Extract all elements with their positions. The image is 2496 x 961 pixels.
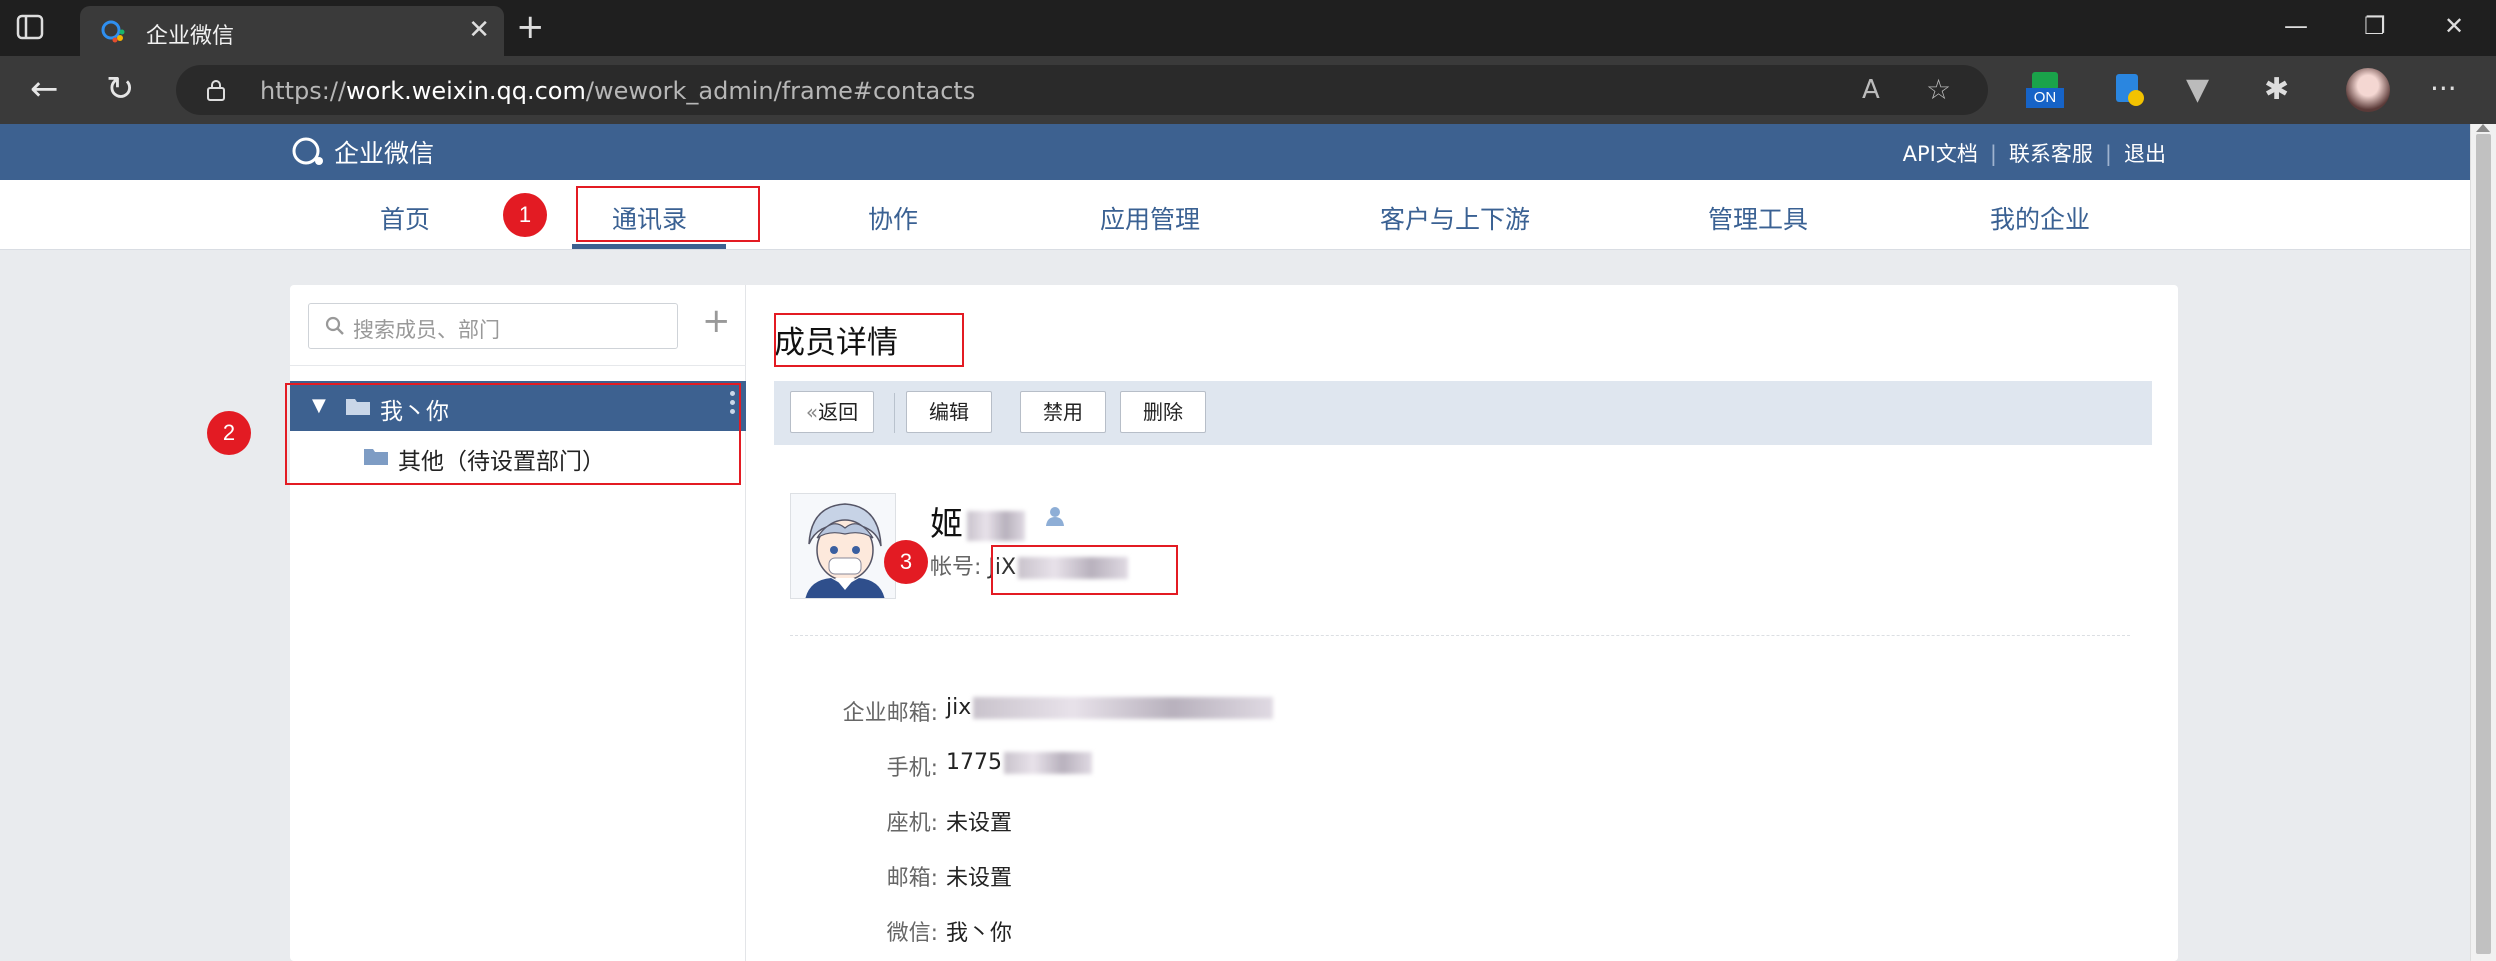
disable-button[interactable]: 禁用	[1020, 391, 1106, 433]
extension-on-icon[interactable]: ON	[2026, 72, 2064, 110]
member-search-input[interactable]: 搜索成员、部门	[308, 303, 678, 349]
nav-my-enterprise[interactable]: 我的企业	[1990, 200, 2090, 236]
person-icon	[1046, 507, 1064, 526]
page-scrollbar[interactable]	[2470, 124, 2496, 961]
field-value: 1775	[946, 750, 1092, 775]
field-label: 座机:	[886, 811, 938, 836]
back-icon[interactable]: ←	[30, 70, 59, 108]
favorite-icon[interactable]: ☆	[1926, 73, 1951, 106]
address-bar-row: ← ↻ https://work.weixin.qq.com/wework_ad…	[0, 56, 2496, 124]
edit-button[interactable]: 编辑	[906, 391, 992, 433]
scroll-up-icon[interactable]	[2476, 124, 2490, 132]
field-label: 邮箱:	[886, 866, 938, 891]
main-nav: 首页 通讯录 协作 应用管理 客户与上下游 管理工具 我的企业	[0, 180, 2470, 250]
tab-actions-icon[interactable]	[16, 14, 44, 40]
annotation-marker-3: 3	[884, 540, 928, 584]
field-value: 未设置	[946, 866, 1013, 891]
search-placeholder: 搜索成员、部门	[353, 318, 500, 342]
logo-text: 企业微信	[334, 139, 435, 168]
add-button[interactable]: +	[702, 301, 731, 341]
field-value: jix	[946, 695, 1274, 720]
api-docs-link[interactable]: API文档	[1903, 142, 1978, 166]
profile-avatar[interactable]	[2346, 68, 2390, 112]
back-button[interactable]: «返回	[790, 391, 874, 433]
annotation-box-departments	[285, 383, 741, 485]
member-detail-panel: 成员详情 «返回 编辑 禁用 删除 姬 帐号: JiX 企业邮箱: jix 手机…	[746, 285, 2178, 961]
new-tab-icon[interactable]: +	[516, 10, 545, 44]
annotation-box-account	[991, 545, 1178, 595]
redacted-block	[967, 510, 1025, 541]
member-name: 姬	[930, 497, 1025, 545]
link-divider: |	[1989, 142, 1997, 166]
field-label: 企业邮箱:	[842, 701, 938, 726]
browser-tab[interactable]: 企业微信 ✕	[80, 6, 504, 56]
nav-collaboration[interactable]: 协作	[868, 200, 918, 236]
link-divider: |	[2104, 142, 2112, 166]
nav-app-management[interactable]: 应用管理	[1100, 200, 1200, 236]
field-value: 未设置	[946, 811, 1013, 836]
nav-home[interactable]: 首页	[380, 200, 430, 236]
annotation-box-title	[774, 313, 964, 367]
wecom-logo-icon	[292, 137, 323, 165]
logout-link[interactable]: 退出	[2124, 142, 2166, 166]
contact-support-link[interactable]: 联系客服	[2009, 142, 2093, 166]
tab-title: 企业微信	[146, 24, 235, 49]
detail-divider	[790, 635, 2130, 636]
sidebar-divider	[290, 365, 746, 366]
delete-button[interactable]: 删除	[1120, 391, 1206, 433]
minimize-icon[interactable]: —	[2284, 12, 2308, 40]
detail-toolbar: «返回 编辑 禁用 删除	[774, 381, 2152, 445]
active-tab-indicator	[572, 244, 726, 249]
browser-tab-bar: 企业微信 ✕ + — ❐ ✕	[0, 0, 2496, 56]
restore-icon[interactable]: ❐	[2364, 12, 2386, 40]
search-icon	[325, 316, 344, 335]
wecom-logo[interactable]: 企业微信	[290, 134, 434, 170]
lock-icon	[207, 80, 225, 101]
wecom-favicon-icon	[101, 20, 125, 43]
more-menu-icon[interactable]: ···	[2430, 72, 2468, 110]
field-label: 微信:	[886, 921, 938, 946]
redacted-block	[973, 697, 1274, 719]
redacted-block	[1004, 752, 1092, 774]
address-input[interactable]: https://work.weixin.qq.com/wework_admin/…	[176, 65, 1988, 115]
member-avatar	[790, 493, 896, 599]
field-label: 手机:	[886, 756, 938, 781]
annotation-marker-2: 2	[207, 411, 251, 455]
nav-customers[interactable]: 客户与上下游	[1380, 200, 1530, 236]
wecom-header: 企业微信 API文档 | 联系客服 | 退出	[0, 124, 2470, 180]
nav-management-tools[interactable]: 管理工具	[1708, 200, 1808, 236]
annotation-box-contacts	[576, 186, 760, 242]
extension-doc-icon[interactable]	[2108, 72, 2146, 110]
anime-avatar-image	[791, 494, 895, 598]
refresh-icon[interactable]: ↻	[106, 70, 135, 108]
window-close-icon[interactable]: ✕	[2444, 12, 2464, 40]
header-links: API文档 | 联系客服 | 退出	[1903, 138, 2166, 168]
read-aloud-icon[interactable]: A	[1862, 75, 1880, 105]
url-text: https://work.weixin.qq.com/wework_admin/…	[260, 77, 976, 105]
field-value: 我丶你	[946, 921, 1013, 946]
extensions-puzzle-icon[interactable]: ✱	[2264, 72, 2302, 110]
tab-close-icon[interactable]: ✕	[468, 16, 490, 44]
toolbar-divider	[894, 393, 895, 433]
annotation-marker-1: 1	[503, 193, 547, 237]
extension-v-icon[interactable]: ▼	[2186, 72, 2224, 110]
scrollbar-thumb[interactable]	[2476, 134, 2491, 954]
double-chevron-left-icon: «	[805, 400, 819, 424]
